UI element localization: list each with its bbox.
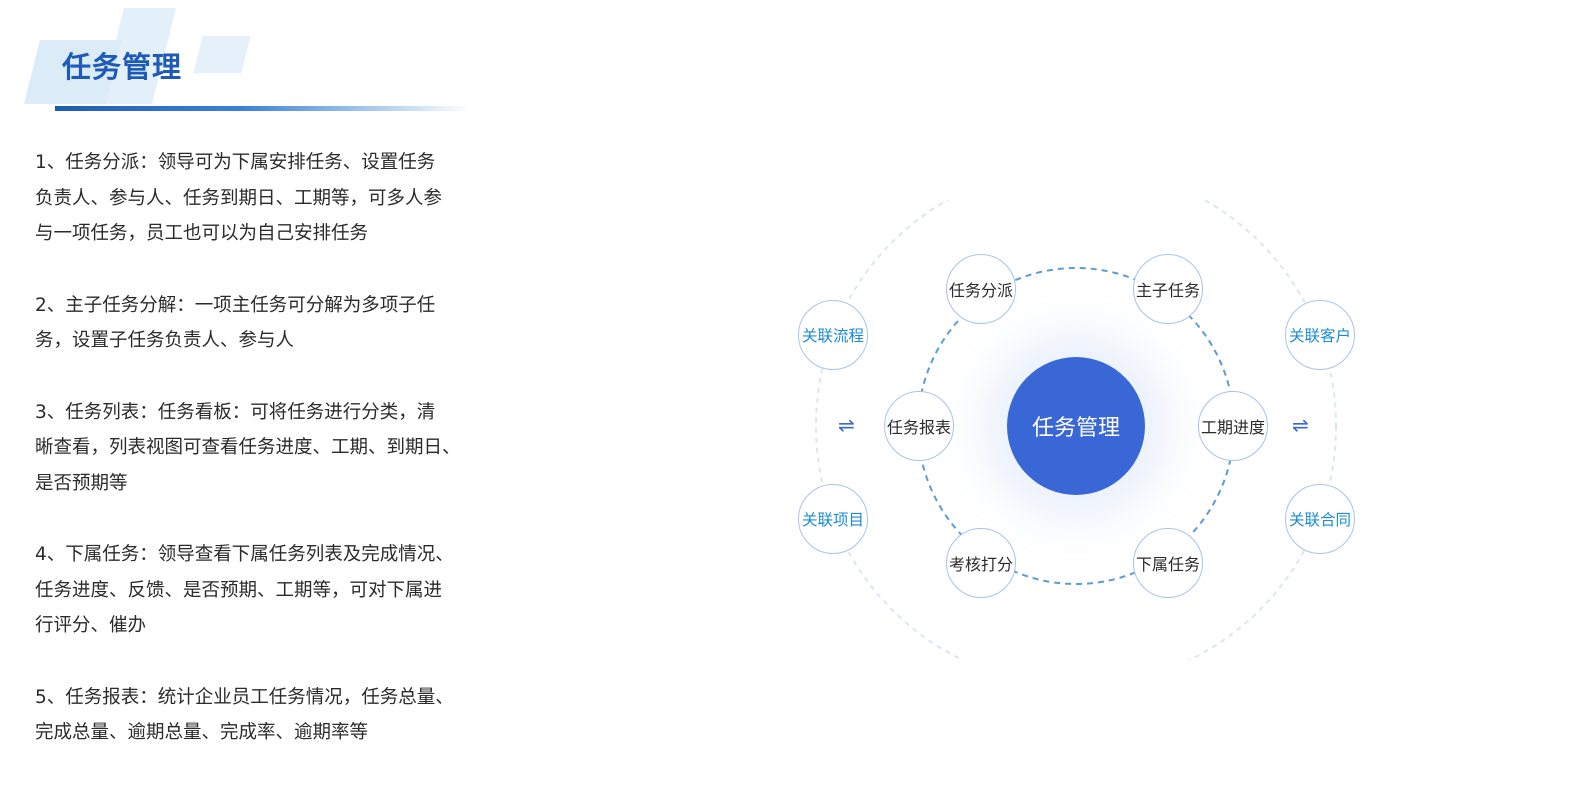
node-task-assign: 任务分派 — [946, 254, 1016, 324]
center-node: 任务管理 — [1007, 357, 1145, 495]
feature-list: 1、任务分派：领导可为下属安排任务、设置任务 负责人、参与人、任务到期日、工期等… — [35, 145, 490, 787]
header-decor-shape-3 — [193, 36, 251, 73]
node-subordinate: 下属任务 — [1133, 528, 1203, 598]
feature-item: 4、下属任务：领导查看下属任务列表及完成情况、 任务进度、反馈、是否预期、工期等… — [35, 544, 454, 636]
page-title: 任务管理 — [62, 50, 183, 84]
exchange-arrow-left: ⇌ — [838, 413, 855, 437]
node-link-customer: 关联客户 — [1285, 300, 1355, 370]
node-link-flow: 关联流程 — [798, 300, 868, 370]
feature-item: 3、任务列表：任务看板：可将任务进行分类，清 晰查看，列表视图可查看任务进度、工… — [35, 401, 461, 494]
title-underline — [55, 106, 470, 111]
exchange-arrow-right: ⇌ — [1292, 413, 1309, 437]
node-link-project: 关联项目 — [798, 484, 868, 554]
feature-item: 1、任务分派：领导可为下属安排任务、设置任务 负责人、参与人、任务到期日、工期等… — [35, 152, 443, 244]
node-scoring: 考核打分 — [946, 528, 1016, 598]
feature-item: 5、任务报表：统计企业员工任务情况，任务总量、 完成总量、逾期总量、完成率、逾期… — [35, 686, 454, 744]
node-progress: 工期进度 — [1198, 391, 1268, 461]
node-report: 任务报表 — [884, 391, 954, 461]
node-subtask: 主子任务 — [1133, 254, 1203, 324]
header: 任务管理 — [0, 0, 520, 120]
feature-item: 2、主子任务分解：一项主任务可分解为多项子任 务，设置子任务负责人、参与人 — [35, 294, 436, 352]
node-link-contract: 关联合同 — [1285, 484, 1355, 554]
task-management-diagram: 任务管理 任务分派 主子任务 工期进度 下属任务 考核打分 任务报表 关联流程 … — [770, 200, 1380, 660]
